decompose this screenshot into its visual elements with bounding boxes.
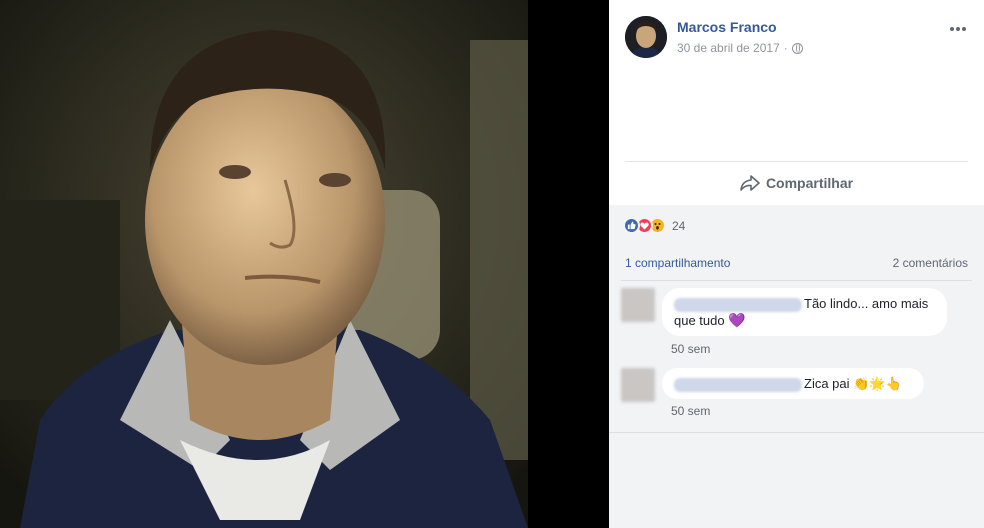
meta-separator: · xyxy=(783,41,788,55)
engagement-section: 24 1 compartilhamento 2 comentários Tão … xyxy=(609,205,984,528)
comment-time[interactable]: 50 sem xyxy=(671,342,710,356)
comment-bubble: Tão lindo... amo mais que tudo 💜 xyxy=(662,288,947,336)
comment-count-link[interactable]: 2 comentários xyxy=(893,256,968,270)
share-button[interactable]: Compartilhar xyxy=(609,168,984,198)
divider xyxy=(609,432,984,433)
reaction-count: 24 xyxy=(672,218,686,233)
commenter-avatar[interactable] xyxy=(621,368,655,402)
globe-icon[interactable] xyxy=(791,42,803,54)
share-label: Compartilhar xyxy=(765,175,854,191)
comment-emoji: 💜 xyxy=(728,312,746,328)
post-photo[interactable] xyxy=(0,0,528,528)
comment-time[interactable]: 50 sem xyxy=(671,404,710,418)
author-name[interactable]: Marcos Franco xyxy=(677,19,777,35)
post-sidebar: Marcos Franco 30 de abril de 2017 · Comp… xyxy=(609,0,984,528)
share-arrow-icon xyxy=(740,175,760,191)
commenter-avatar[interactable] xyxy=(621,288,655,322)
photo-illustration xyxy=(0,0,528,528)
photo-viewer[interactable] xyxy=(0,0,609,528)
comment-text: Zica pai xyxy=(804,376,850,391)
comment-emoji: 👏🌟👆 xyxy=(853,376,902,391)
like-reaction-icon xyxy=(623,217,640,234)
divider xyxy=(625,161,968,162)
counts-row: 1 compartilhamento 2 comentários xyxy=(625,256,968,270)
commenter-name-redacted[interactable] xyxy=(674,377,802,392)
share-count-link[interactable]: 1 compartilhamento xyxy=(625,256,730,270)
post-meta: 30 de abril de 2017 · xyxy=(677,41,803,55)
divider xyxy=(621,280,972,281)
reaction-summary[interactable]: 24 xyxy=(623,217,685,234)
post-date[interactable]: 30 de abril de 2017 xyxy=(677,41,780,55)
avatar-image xyxy=(625,16,667,58)
comment-bubble: Zica pai 👏🌟👆 xyxy=(662,368,924,399)
more-options-icon[interactable] xyxy=(950,18,966,32)
commenter-name-redacted[interactable] xyxy=(674,297,802,312)
author-avatar[interactable] xyxy=(625,16,667,58)
post-header: Marcos Franco 30 de abril de 2017 · xyxy=(625,16,968,60)
